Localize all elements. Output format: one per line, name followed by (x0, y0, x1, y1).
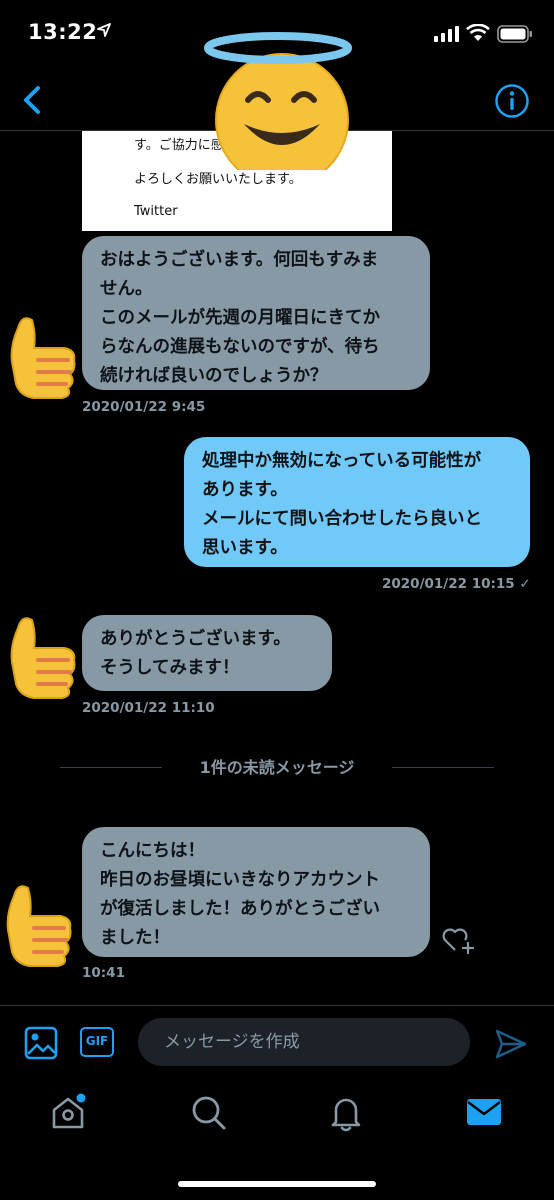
message-line: こんにちは！ (100, 841, 205, 861)
mail-icon[interactable] (464, 1092, 504, 1132)
search-icon[interactable] (188, 1092, 228, 1132)
message-line: 処理中か無効になっている可能性が (202, 451, 482, 471)
thumbs-up-emoji-sticker (6, 885, 72, 967)
send-icon[interactable] (494, 1028, 528, 1060)
message-line: ありがとうございます。 (100, 629, 291, 649)
battery-icon (497, 25, 532, 43)
message-line: このメールが先週の月曜日にきてか (100, 308, 380, 328)
message-line: ました！ (100, 928, 170, 948)
home-indicator (178, 1181, 376, 1187)
message-timestamp: 10:41 (82, 965, 125, 981)
message-line: らなんの進展もないのですが、待ち (100, 337, 380, 357)
image-icon[interactable] (24, 1026, 58, 1060)
message-line: 昨日のお昼頃にいきなりアカウント (100, 870, 380, 890)
heart-plus-icon[interactable] (440, 924, 476, 956)
message-line: せん。 (100, 279, 153, 299)
message-bubble-outgoing[interactable]: 処理中か無効になっている可能性が あります。 メールにて問い合わせしたら良いと … (184, 437, 530, 567)
message-line: が復活しました！ありがとうござい (100, 899, 380, 919)
message-line: 続ければ良いのでしょうか？ (100, 366, 328, 386)
unread-messages-divider: 1件の未読メッセージ (199, 758, 355, 777)
status-time: 13:22 (28, 20, 98, 44)
message-timestamp: 2020/01/22 11:10 (82, 700, 215, 716)
message-line: あります。 (202, 480, 288, 500)
smiling-halo-emoji-sticker (204, 32, 352, 170)
email-line: Twitter (134, 204, 178, 219)
bottom-tab-bar (0, 1078, 554, 1200)
message-line: そうしてみます！ (100, 658, 240, 678)
gif-button[interactable]: GIF (80, 1027, 114, 1057)
home-icon[interactable] (48, 1092, 88, 1132)
wifi-icon (466, 24, 490, 41)
message-timestamp: 2020/01/22 9:45 (82, 399, 206, 415)
message-input[interactable] (138, 1018, 470, 1066)
message-line: 思います。 (202, 538, 288, 558)
divider-right (392, 767, 494, 768)
info-icon[interactable] (494, 83, 530, 119)
bell-icon[interactable] (326, 1092, 366, 1132)
message-line: おはようございます。何回もすみま (100, 250, 379, 270)
thumbs-up-emoji-sticker (10, 317, 76, 399)
message-bubble-incoming[interactable]: ありがとうございます。 そうしてみます！ (82, 615, 332, 691)
message-bubble-incoming[interactable]: こんにちは！ 昨日のお昼頃にいきなりアカウント が復活しました！ありがとうござい… (82, 827, 430, 957)
location-arrow-icon (97, 23, 111, 37)
cellular-signal-icon (434, 26, 459, 42)
message-timestamp: 2020/01/22 10:15 ✓ (382, 576, 531, 592)
thumbs-up-emoji-sticker (10, 617, 76, 699)
message-bubble-incoming[interactable]: おはようございます。何回もすみま せん。 このメールが先週の月曜日にきてか らな… (82, 236, 430, 390)
message-composer: GIF (0, 1005, 554, 1078)
message-line: メールにて問い合わせしたら良いと (202, 509, 482, 529)
back-chevron-icon[interactable] (16, 80, 46, 120)
